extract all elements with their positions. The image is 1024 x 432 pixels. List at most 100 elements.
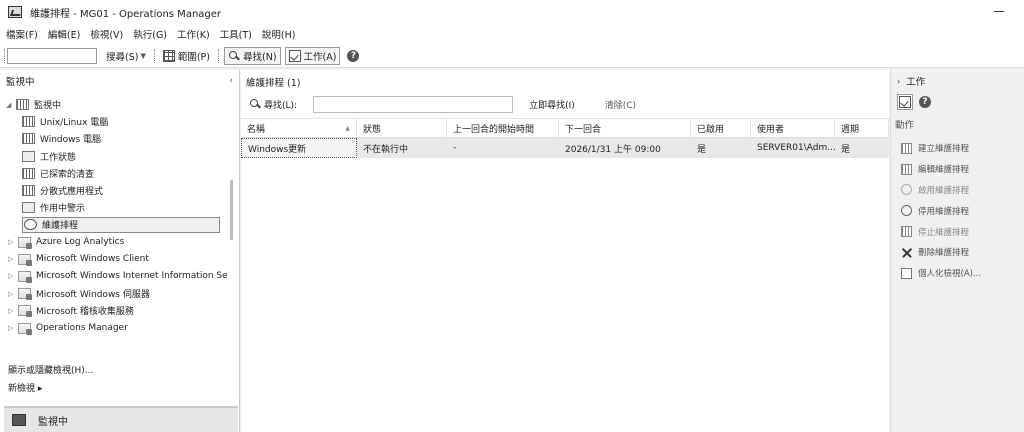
expanded-arrow-icon[interactable]: ◢	[6, 101, 16, 109]
tree-item-maintenance-schedules[interactable]: 維護排程	[0, 216, 228, 233]
tasks-button[interactable]: 工作(A)	[284, 46, 341, 65]
task-icon	[288, 49, 301, 62]
column-header-name[interactable]: 名稱 ▲	[241, 119, 357, 137]
tree-node-label: Microsoft Windows Internet Information S…	[36, 271, 228, 282]
toolbar: 搜尋(S) ▼ 範圍(P) 尋找(N) 工作(A) ?	[0, 44, 1024, 68]
tree-vertical-scrollbar[interactable]	[230, 180, 233, 240]
disable-maintenance-schedule-action[interactable]: 停用維護排程	[891, 200, 1024, 221]
collapse-pane-icon[interactable]: ‹	[229, 76, 233, 86]
tasks-pane-tabs: ?	[891, 92, 1024, 112]
selected-node-highlight: 維護排程	[22, 216, 220, 233]
stop-maintenance-schedule-action[interactable]: 停止維護排程	[891, 221, 1024, 242]
column-header-label: 已啟用	[697, 124, 725, 135]
menu-go[interactable]: 執行(G)	[133, 27, 167, 41]
action-label: 刪除維護排程	[918, 248, 970, 259]
cell-last-run-start: -	[453, 143, 457, 153]
tree-item-active-alerts[interactable]: 作用中警示	[0, 199, 228, 216]
show-hide-views-link[interactable]: 顯示或隱藏檢視(H)...	[0, 360, 240, 378]
chevron-down-icon: ▼	[140, 51, 146, 60]
column-header-status[interactable]: 狀態	[357, 119, 447, 137]
tree-node-label: 工作狀態	[40, 152, 77, 163]
monitoring-icon	[16, 99, 29, 111]
personalize-view-action[interactable]: 個人化檢視(A)...	[891, 263, 1024, 284]
wunderbar-monitoring-button[interactable]: 監視中	[4, 406, 238, 432]
column-header-enabled[interactable]: 已啟用	[691, 119, 751, 137]
column-header-next-run[interactable]: 下一回合	[559, 119, 691, 137]
expand-arrow-icon[interactable]: ▷	[8, 307, 18, 315]
scope-button[interactable]: 範圍(P)	[160, 47, 213, 65]
tree-root-monitoring[interactable]: ◢ 監視中	[0, 96, 228, 113]
tree-folder-operations-manager[interactable]: ▷ Operations Manager	[0, 319, 228, 336]
menu-tools[interactable]: 工具(T)	[220, 27, 252, 41]
app-icon	[8, 6, 22, 18]
task-icon	[899, 96, 911, 108]
cell-name: Windows更新	[241, 138, 357, 158]
tree-folder-iis[interactable]: ▷ Microsoft Windows Internet Information…	[0, 268, 228, 285]
tree-folder-windows-client[interactable]: ▷ Microsoft Windows Client	[0, 251, 228, 268]
computer-grid-icon	[22, 116, 35, 128]
schedule-stop-icon	[901, 226, 912, 238]
scope-button-label: 範圍(P)	[177, 51, 210, 63]
table-row[interactable]: Windows更新 不在執行中 - 2026/1/31 上午 09:00 是 S…	[241, 138, 889, 158]
tree-node-label: 監視中	[34, 101, 62, 112]
monitoring-icon	[12, 414, 26, 426]
cell-next-run: 2026/1/31 上午 09:00	[565, 144, 661, 155]
menu-help[interactable]: 說明(H)	[262, 27, 296, 41]
window-title: 維護排程 - MG01 - Operations Manager	[30, 8, 222, 20]
tree-node-label: 分散式應用程式	[40, 187, 104, 198]
tree-item-discovered-inventory[interactable]: 已探索的清查	[0, 165, 228, 182]
expand-arrow-icon[interactable]: ▷	[8, 238, 18, 246]
tasks-pane-title: 工作	[906, 77, 926, 88]
toolbar-search-input[interactable]	[7, 47, 97, 64]
search-dropdown-button[interactable]: 搜尋(S) ▼	[103, 47, 149, 65]
menu-edit[interactable]: 編輯(E)	[48, 27, 80, 41]
delete-maintenance-schedule-action[interactable]: 刪除維護排程	[891, 242, 1024, 263]
edit-maintenance-schedule-action[interactable]: 編輯維護排程	[891, 159, 1024, 180]
toolbar-grip	[4, 48, 5, 63]
folder-icon	[18, 322, 32, 335]
column-header-recurrence[interactable]: 週期	[835, 119, 889, 137]
tab-tasks[interactable]	[897, 94, 913, 110]
tree-node-label: Unix/Linux 電腦	[40, 118, 109, 129]
column-header-label: 上一回合的開始時間	[453, 124, 535, 135]
delete-x-icon	[901, 247, 912, 258]
tree-node-label: 作用中警示	[40, 204, 86, 215]
clear-link[interactable]: 清除(C)	[605, 98, 636, 111]
tasks-pane: › 工作 ? 動作 建立維護排程 編輯維護排程 啟用維護排程 停用維護排程 停止…	[890, 70, 1024, 432]
schedule-edit-icon	[901, 163, 912, 175]
tree-item-unix-linux[interactable]: Unix/Linux 電腦	[0, 113, 228, 130]
column-header-user[interactable]: 使用者	[751, 119, 835, 137]
expand-arrow-icon[interactable]: ▷	[8, 255, 18, 263]
tasks-pane-header[interactable]: › 工作	[891, 70, 1024, 92]
computer-grid-icon	[22, 133, 35, 145]
tree-folder-audit-collection[interactable]: ▷ Microsoft 稽核收集服務	[0, 302, 228, 319]
folder-icon	[18, 253, 32, 266]
expand-arrow-icon[interactable]: ▷	[8, 290, 18, 298]
menu-file[interactable]: 檔案(F)	[6, 27, 38, 41]
help-button[interactable]: ?	[344, 47, 362, 65]
tree-item-task-status[interactable]: 工作狀態	[0, 148, 228, 165]
tab-help[interactable]: ?	[917, 94, 933, 110]
menu-tasks[interactable]: 工作(K)	[177, 27, 210, 41]
help-icon: ?	[919, 96, 931, 108]
tree-item-distributed-apps[interactable]: 分散式應用程式	[0, 182, 228, 199]
tree-item-windows-computers[interactable]: Windows 電腦	[0, 130, 228, 147]
expand-arrow-icon[interactable]: ▷	[8, 272, 18, 280]
new-view-link[interactable]: 新檢視 ▸	[0, 378, 240, 396]
menu-view[interactable]: 檢視(V)	[90, 27, 123, 41]
chevron-right-icon: ›	[897, 76, 901, 86]
create-maintenance-schedule-action[interactable]: 建立維護排程	[891, 138, 1024, 159]
find-bar: 尋找(L): 立即尋找(I) 清除(C)	[241, 94, 889, 114]
tree-folder-azure-log-analytics[interactable]: ▷ Azure Log Analytics	[0, 234, 228, 251]
find-input[interactable]	[313, 95, 514, 113]
minimize-button[interactable]	[992, 4, 1006, 18]
column-header-label: 使用者	[757, 124, 785, 135]
column-header-last-run-start[interactable]: 上一回合的開始時間	[447, 119, 559, 137]
tasks-button-label: 工作(A)	[303, 51, 337, 63]
tree-folder-windows-server[interactable]: ▷ Microsoft Windows 伺服器	[0, 285, 228, 302]
find-button[interactable]: 尋找(N)	[224, 46, 281, 65]
enable-maintenance-schedule-action[interactable]: 啟用維護排程	[891, 180, 1024, 201]
folder-icon	[18, 288, 32, 301]
expand-arrow-icon[interactable]: ▷	[8, 324, 18, 332]
find-now-link[interactable]: 立即尋找(I)	[529, 98, 575, 111]
